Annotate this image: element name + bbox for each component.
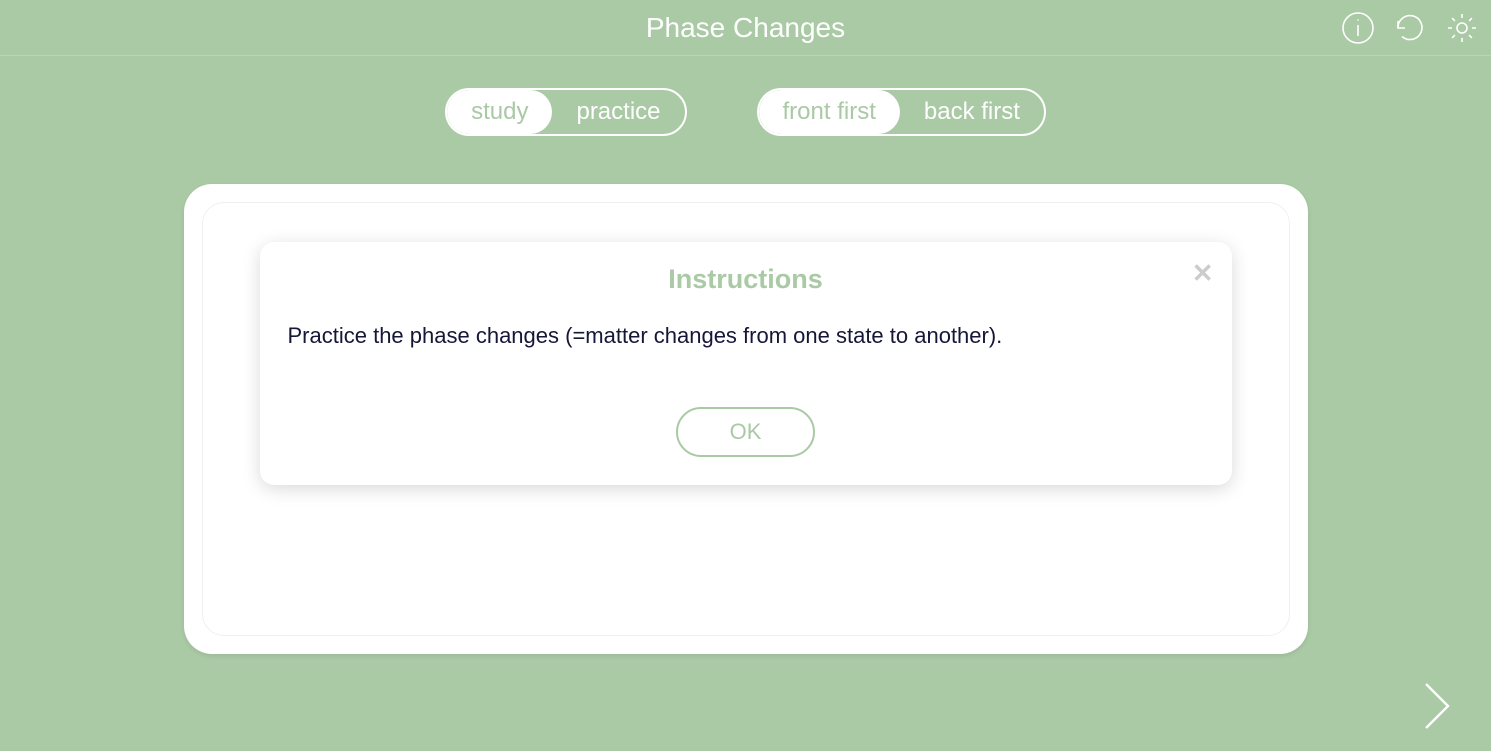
ok-button[interactable]: OK xyxy=(676,407,816,457)
close-icon[interactable]: ✕ xyxy=(1192,260,1214,286)
header: Phase Changes xyxy=(0,0,1491,56)
side-toggle: front first back first xyxy=(757,88,1046,136)
mode-toggle: study practice xyxy=(445,88,686,136)
practice-toggle[interactable]: practice xyxy=(552,90,684,134)
modal-footer: OK xyxy=(284,407,1208,457)
next-arrow-icon[interactable] xyxy=(1411,671,1461,741)
info-icon[interactable] xyxy=(1341,11,1375,45)
study-toggle[interactable]: study xyxy=(447,90,552,134)
back-first-toggle[interactable]: back first xyxy=(900,90,1044,134)
front-first-toggle[interactable]: front first xyxy=(759,90,900,134)
page-title: Phase Changes xyxy=(646,12,845,44)
header-icons xyxy=(1341,11,1479,45)
modal-title: Instructions xyxy=(284,264,1208,295)
flashcard-area: ✕ Instructions Practice the phase change… xyxy=(184,184,1308,654)
toggle-row: study practice front first back first xyxy=(0,88,1491,136)
gear-icon[interactable] xyxy=(1445,11,1479,45)
instructions-modal: ✕ Instructions Practice the phase change… xyxy=(260,242,1232,485)
refresh-icon[interactable] xyxy=(1393,11,1427,45)
modal-body: Practice the phase changes (=matter chan… xyxy=(284,323,1208,349)
